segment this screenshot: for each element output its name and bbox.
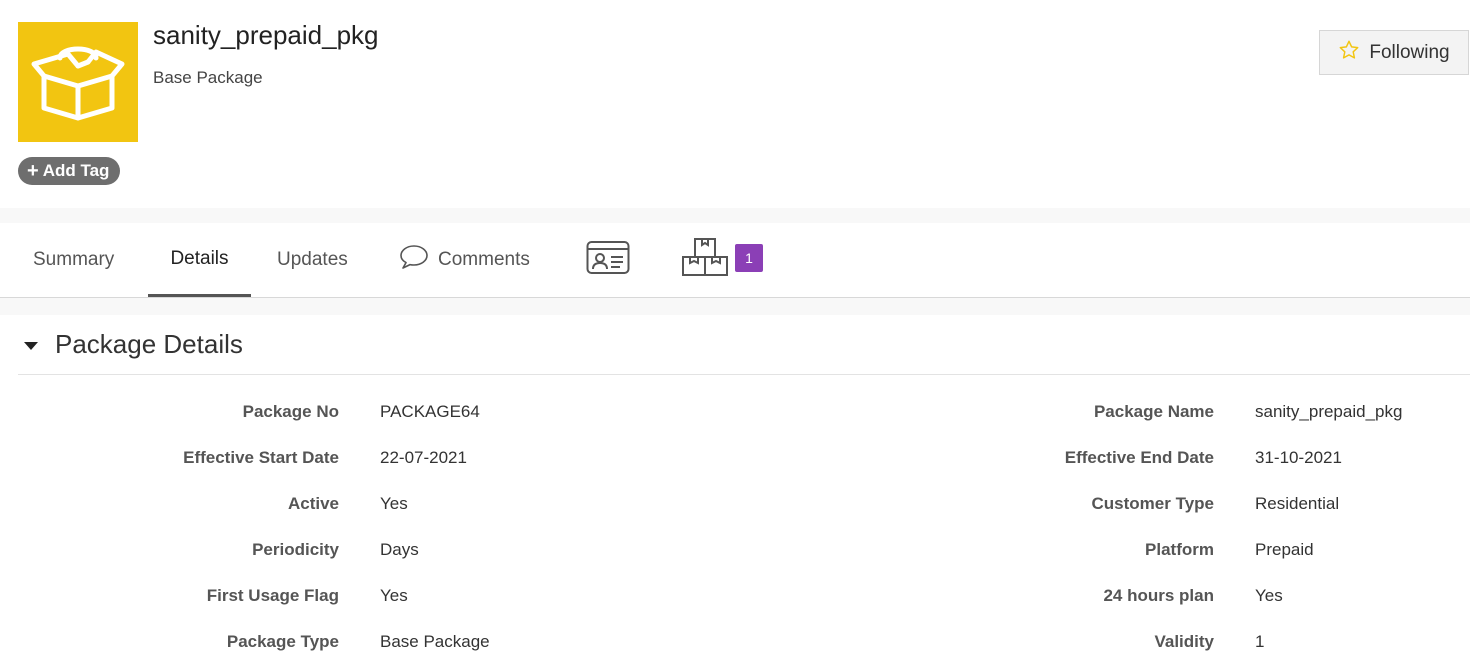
field-label: Package Name xyxy=(1093,402,1214,421)
tab-label: Summary xyxy=(33,248,115,270)
field-value: PACKAGE64 xyxy=(380,402,480,421)
field-row: First Usage Flag Yes 24 hours plan Yes xyxy=(0,586,1470,616)
field-row: Package Type Base Package Validity 1 xyxy=(0,632,1470,657)
page-title: sanity_prepaid_pkg xyxy=(153,20,379,50)
separator-band xyxy=(0,298,1470,315)
following-button[interactable]: Following xyxy=(1319,30,1469,75)
add-tag-button[interactable]: + Add Tag xyxy=(18,157,121,185)
section-title: Package Details xyxy=(55,329,243,359)
field-value: Residential xyxy=(1255,494,1340,513)
field-value: 1 xyxy=(1255,632,1265,651)
plus-icon: + xyxy=(27,160,39,182)
field-row: Package No PACKAGE64 Package Name sanity… xyxy=(0,402,1470,432)
add-tag-label: Add Tag xyxy=(42,161,110,180)
field-value: Yes xyxy=(380,586,408,605)
tab-summary[interactable]: Summary xyxy=(33,223,114,296)
stacked-boxes-icon xyxy=(681,237,729,283)
speech-bubble-icon xyxy=(399,243,429,277)
star-icon xyxy=(1338,39,1360,67)
tab-label: Comments xyxy=(438,248,530,270)
field-label: Platform xyxy=(1145,540,1214,559)
package-details-section-toggle[interactable]: Package Details xyxy=(18,315,1470,375)
field-label: Periodicity xyxy=(252,540,339,559)
field-value: Base Package xyxy=(380,632,490,651)
field-label: Active xyxy=(287,494,339,513)
field-label: Effective End Date xyxy=(1064,448,1214,467)
field-value: 31-10-2021 xyxy=(1255,448,1342,467)
field-row: Effective Start Date 22-07-2021 Effectiv… xyxy=(0,448,1470,478)
field-label: Customer Type xyxy=(1091,494,1215,513)
field-value: Yes xyxy=(380,494,408,513)
field-label: Package No xyxy=(242,402,339,421)
field-row: Periodicity Days Platform Prepaid xyxy=(0,540,1470,570)
tab-details[interactable]: Details xyxy=(148,223,251,297)
contact-card-icon xyxy=(586,239,630,281)
separator-band xyxy=(0,208,1470,223)
field-value: Prepaid xyxy=(1255,540,1314,559)
field-label: 24 hours plan xyxy=(1103,586,1214,605)
field-value: Days xyxy=(380,540,419,559)
following-label: Following xyxy=(1369,41,1450,63)
field-label: Effective Start Date xyxy=(183,448,339,467)
field-label: Package Type xyxy=(226,632,339,651)
caret-down-icon xyxy=(24,342,38,350)
field-value: sanity_prepaid_pkg xyxy=(1255,402,1403,421)
tab-contact-card[interactable] xyxy=(586,223,630,296)
package-details-fields: Package No PACKAGE64 Package Name sanity… xyxy=(0,375,1470,657)
count-badge: 1 xyxy=(735,243,763,272)
field-value: 22-07-2021 xyxy=(380,448,467,467)
tab-label: Details xyxy=(170,247,229,269)
package-box-icon xyxy=(18,22,138,142)
tab-packages[interactable]: 1 xyxy=(681,223,763,296)
record-subtitle: Base Package xyxy=(153,68,263,87)
record-header: sanity_prepaid_pkg Base Package + Add Ta… xyxy=(0,0,1470,208)
tab-comments[interactable]: Comments xyxy=(399,223,530,296)
tab-updates[interactable]: Updates xyxy=(277,223,348,296)
field-value: Yes xyxy=(1255,586,1283,605)
tab-label: Updates xyxy=(277,248,348,270)
field-row: Active Yes Customer Type Residential xyxy=(0,494,1470,524)
tab-bar: Summary Details Updates Comments 1 xyxy=(0,223,1470,298)
field-label: Validity xyxy=(1154,632,1214,651)
field-label: First Usage Flag xyxy=(206,586,339,605)
